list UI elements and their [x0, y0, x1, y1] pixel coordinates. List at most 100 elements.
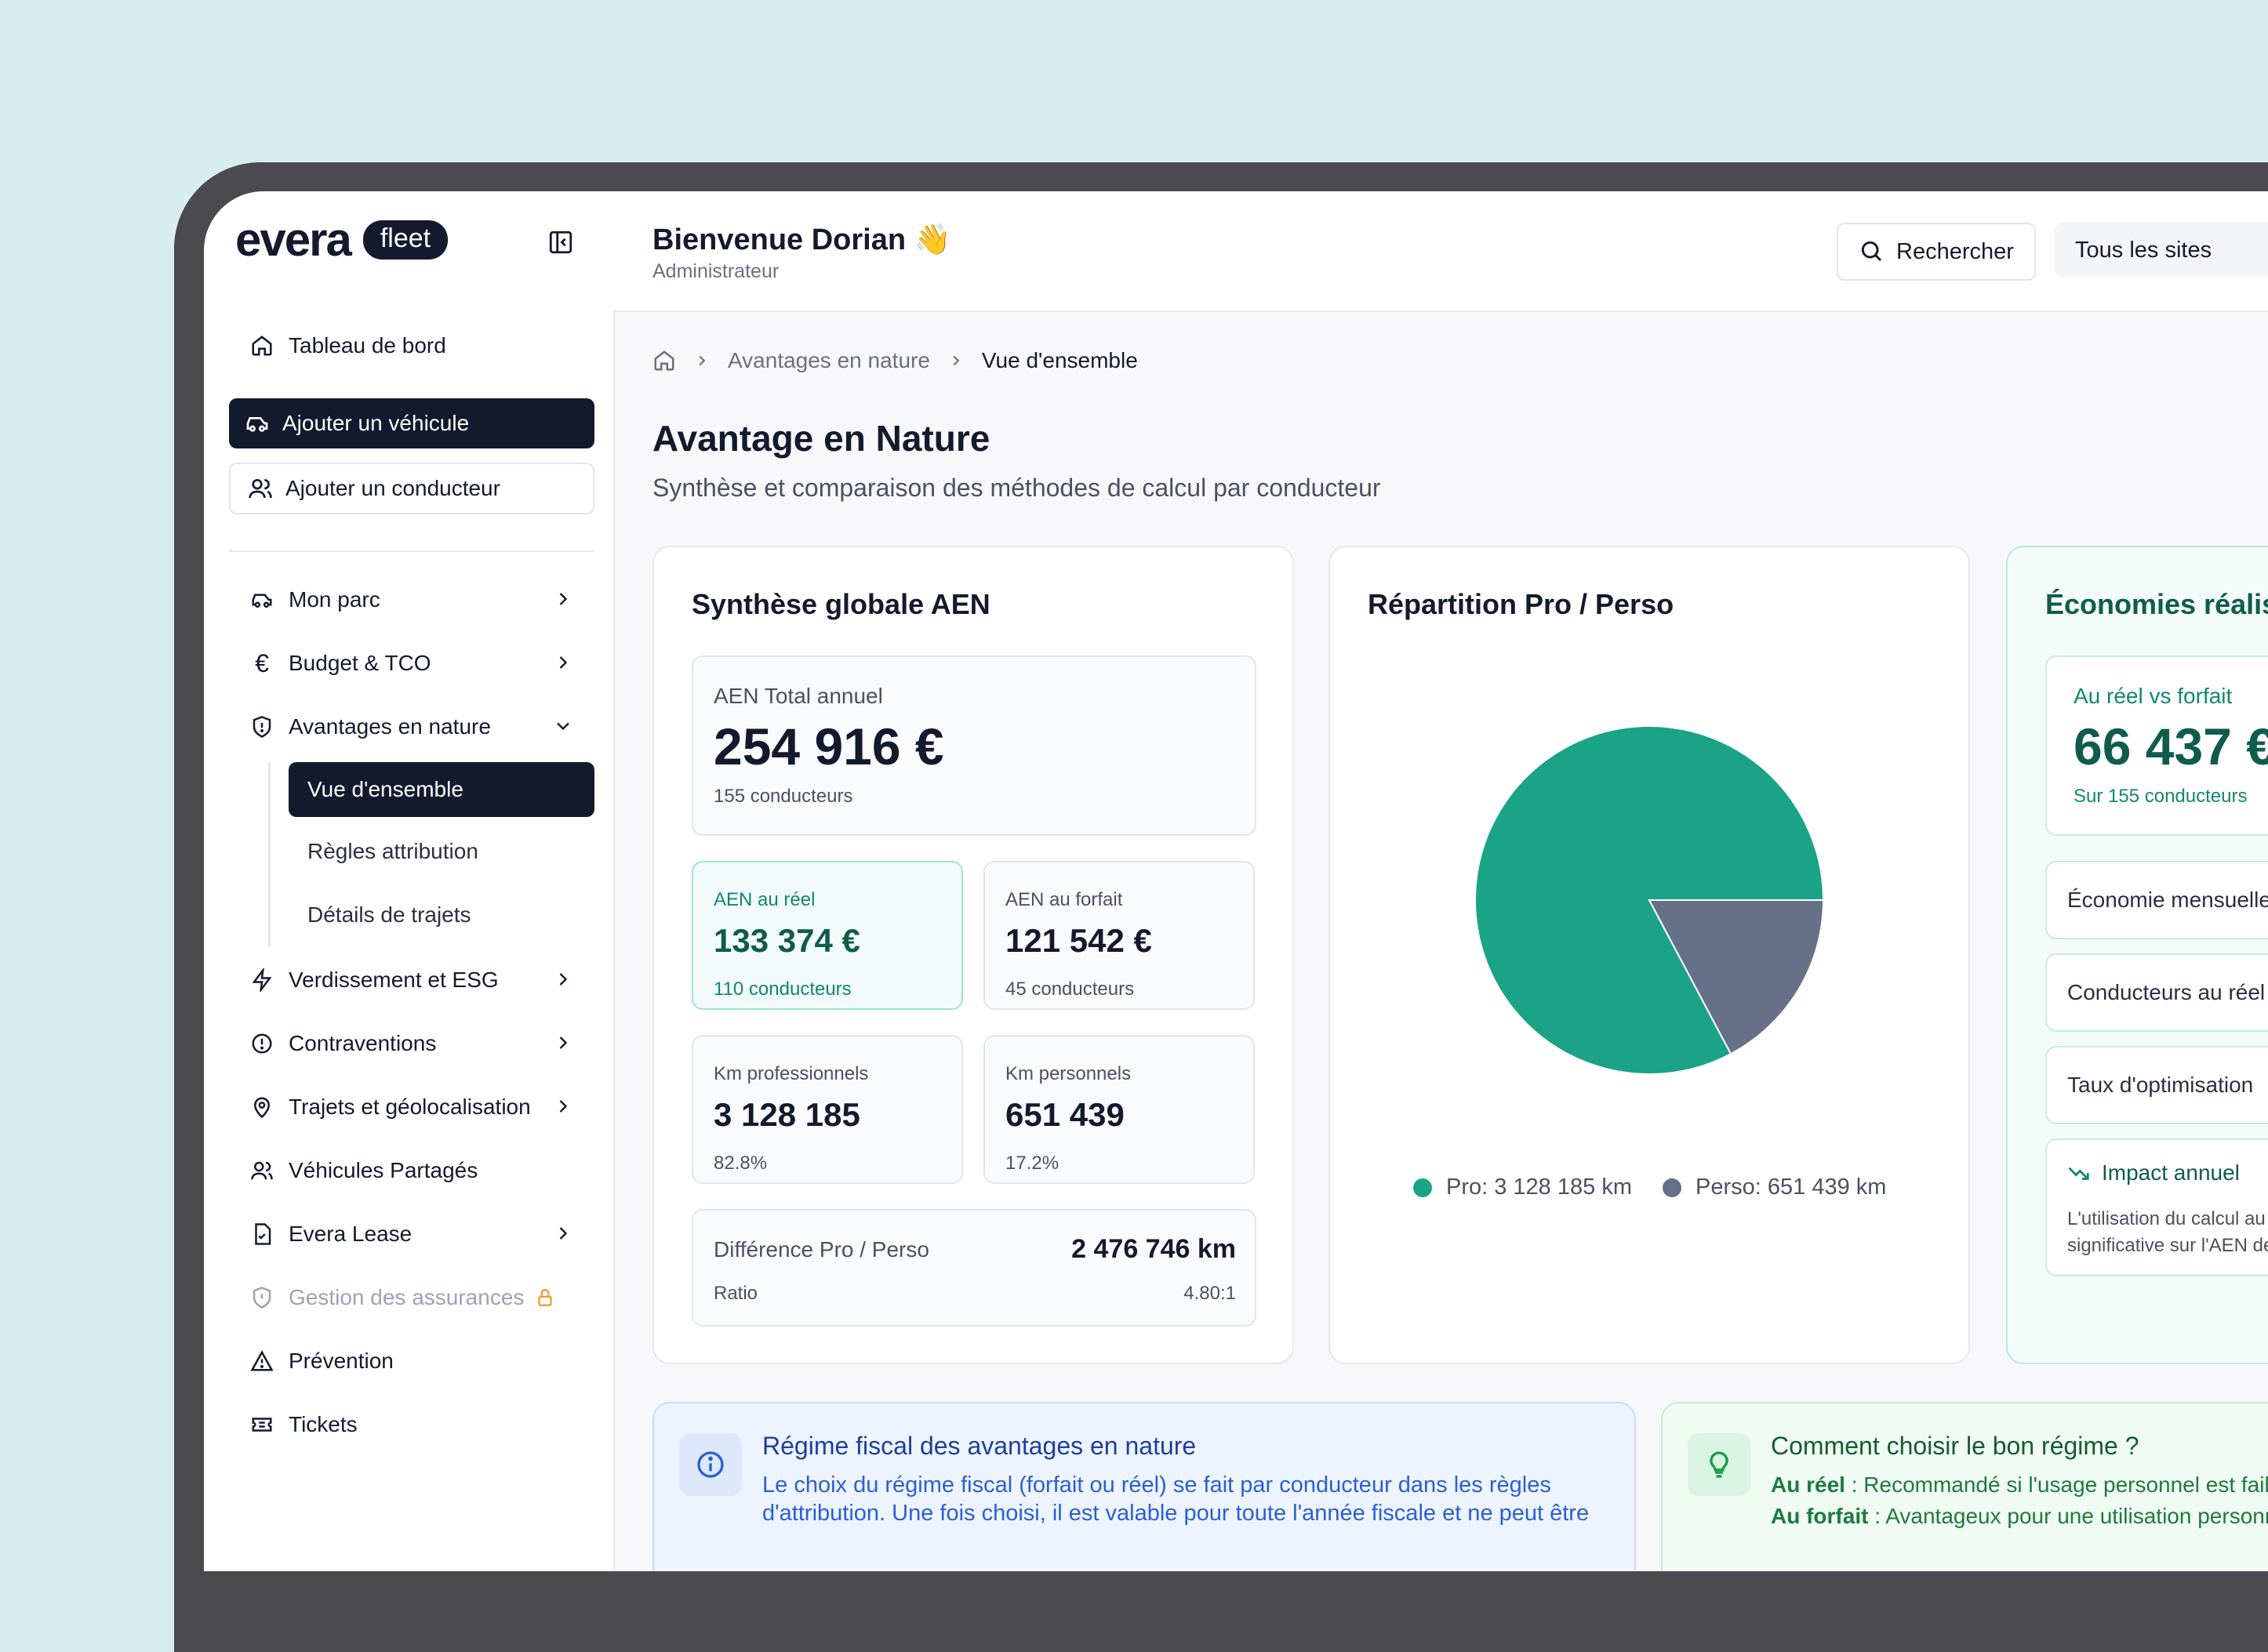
sidebar-item-label: Véhicules Partagés: [289, 1158, 478, 1182]
savings-row: Conducteurs au réel: [2045, 953, 2268, 1032]
aen-real-sub: 110 conducteurs: [714, 978, 852, 1000]
sidebar-collapse-icon[interactable]: [547, 229, 574, 256]
welcome-title: Bienvenue Dorian 👋: [652, 223, 951, 256]
savings-title: Économies réalis: [2045, 588, 2268, 620]
tip-title: Comment choisir le bon régime ?: [1771, 1432, 2139, 1460]
chevron-down-icon: [552, 715, 574, 737]
shield-icon: [248, 1283, 276, 1312]
trending-down-icon: [2067, 1161, 2091, 1185]
total-aen-label: AEN Total annuel: [714, 684, 883, 708]
sidebar-item-assurances: Gestion des assurances: [248, 1273, 577, 1322]
aen-flat-sub: 45 conducteurs: [1005, 978, 1135, 1000]
info-title: Régime fiscal des avantages en nature: [762, 1432, 1197, 1460]
sidebar-item-label: Prévention: [289, 1349, 394, 1373]
home-icon[interactable]: [652, 349, 676, 372]
add-driver-button[interactable]: Ajouter un conducteur: [229, 463, 594, 514]
brand-logo[interactable]: evera fleet: [235, 213, 449, 266]
brand-badge: fleet: [362, 220, 449, 260]
submenu-line: [268, 762, 271, 947]
legend-swatch-pro: [1413, 1178, 1432, 1197]
diff-box: Différence Pro / Perso 2 476 746 km Rati…: [692, 1209, 1256, 1327]
site-selector[interactable]: Tous les sites: [2055, 223, 2268, 278]
add-driver-label: Ajouter un conducteur: [285, 476, 500, 500]
chevron-right-icon: [552, 652, 574, 674]
savings-box: Au réel vs forfait 66 437 € Sur 155 cond…: [2045, 655, 2268, 836]
ratio-label: Ratio: [714, 1283, 758, 1304]
diff-value: 2 476 746 km: [1071, 1234, 1236, 1264]
impact-title: Impact annuel: [2102, 1160, 2240, 1185]
diff-label: Différence Pro / Perso: [714, 1237, 929, 1262]
aen-real-value: 133 374 €: [714, 922, 860, 959]
sidebar-subitem-vue-ensemble[interactable]: Vue d'ensemble: [289, 762, 594, 817]
info-text: Le choix du régime fiscal (forfait ou ré…: [762, 1472, 1590, 1526]
search-label: Rechercher: [1896, 238, 2014, 264]
ticket-icon: [248, 1411, 276, 1439]
car-icon: [248, 586, 276, 614]
sidebar-item-trajets[interactable]: Trajets et géolocalisation: [248, 1083, 577, 1131]
aen-flat-value: 121 542 €: [1005, 922, 1152, 959]
sidebar-item-label: Mon parc: [289, 587, 380, 612]
km-pro-box: Km professionnels 3 128 185 82.8%: [692, 1035, 963, 1184]
split-card: Répartition Pro / Perso Pro: 3 128 185 k…: [1328, 546, 1970, 1364]
ratio-value: 4.80:1: [1183, 1283, 1236, 1304]
total-aen-box: AEN Total annuel 254 916 € 155 conducteu…: [692, 655, 1256, 836]
km-pro-label: Km professionnels: [714, 1063, 869, 1084]
sidebar-subitem-trajets[interactable]: Détails de trajets: [307, 890, 471, 940]
sidebar-item-dashboard[interactable]: Tableau de bord: [248, 321, 577, 370]
savings-row-label: Conducteurs au réel: [2067, 980, 2266, 1004]
km-perso-value: 651 439: [1005, 1096, 1125, 1133]
tip-line-2: Au forfait : Avantageux pour une utilisa…: [1771, 1504, 2268, 1529]
page-title: Avantage en Nature: [652, 418, 990, 459]
sidebar-subitem-label: Détails de trajets: [307, 902, 471, 927]
tip-line-2-bold: Au forfait: [1771, 1504, 1869, 1528]
aen-real-box: AEN au réel 133 374 € 110 conducteurs: [692, 861, 963, 1010]
summary-title: Synthèse globale AEN: [692, 588, 990, 620]
app-screen: evera fleet Tableau de bord Ajouter un v…: [204, 191, 2268, 1571]
savings-box-label: Au réel vs forfait: [2074, 684, 2233, 708]
legend-pro: Pro: 3 128 185 km: [1413, 1175, 1632, 1200]
split-title: Répartition Pro / Perso: [1368, 588, 1674, 620]
savings-row: Économie mensuelle: [2045, 861, 2268, 939]
sidebar-item-prevention[interactable]: Prévention: [248, 1337, 577, 1385]
search-button[interactable]: Rechercher: [1837, 223, 2036, 281]
info-card: Régime fiscal des avantages en nature Le…: [652, 1402, 1636, 1571]
breadcrumb-link[interactable]: Avantages en nature: [728, 348, 930, 373]
km-perso-sub: 17.2%: [1005, 1153, 1059, 1174]
savings-row-label: Taux d'optimisation: [2067, 1073, 2254, 1097]
chevron-right-icon: [693, 352, 711, 369]
sidebar-item-evera-lease[interactable]: Evera Lease: [248, 1210, 577, 1258]
brand-name: evera: [235, 213, 352, 266]
sidebar-subitem-regles[interactable]: Règles attribution: [307, 826, 478, 877]
tip-line-1-text: : Recommandé si l'usage personnel est fa…: [1845, 1472, 2268, 1497]
page-subtitle: Synthèse et comparaison des méthodes de …: [652, 474, 1381, 502]
sidebar-item-vehicules-partages[interactable]: Véhicules Partagés: [248, 1146, 577, 1195]
sidebar-item-contraventions[interactable]: Contraventions: [248, 1019, 577, 1068]
legend-perso-label: Perso: 651 439 km: [1696, 1175, 1887, 1200]
sidebar-item-budget[interactable]: € Budget & TCO: [248, 639, 577, 688]
pie-chart: [1474, 725, 1825, 1075]
user-role: Administrateur: [652, 260, 780, 282]
add-vehicle-button[interactable]: Ajouter un véhicule: [229, 398, 594, 448]
info-icon: [679, 1433, 742, 1496]
add-vehicle-label: Ajouter un véhicule: [282, 411, 470, 435]
sidebar-item-verdissement[interactable]: Verdissement et ESG: [248, 956, 577, 1004]
chevron-right-icon: [552, 1222, 574, 1244]
site-selector-label: Tous les sites: [2075, 237, 2212, 263]
sidebar-item-label: Verdissement et ESG: [289, 968, 499, 992]
search-icon: [1859, 238, 1885, 265]
km-pro-sub: 82.8%: [714, 1153, 768, 1174]
tip-line-1: Au réel : Recommandé si l'usage personne…: [1771, 1472, 2268, 1498]
savings-box-sub: Sur 155 conducteurs: [2074, 786, 2248, 807]
car-icon: [243, 409, 271, 438]
sidebar-item-tickets[interactable]: Tickets: [248, 1400, 577, 1449]
sidebar-item-mon-parc[interactable]: Mon parc: [248, 575, 577, 624]
aen-flat-box: AEN au forfait 121 542 € 45 conducteurs: [983, 861, 1255, 1010]
km-perso-box: Km personnels 651 439 17.2%: [983, 1035, 1255, 1184]
km-pro-value: 3 128 185: [714, 1096, 860, 1133]
sidebar-item-avantages[interactable]: Avantages en nature: [248, 703, 577, 751]
savings-card: Économies réalis Au réel vs forfait 66 4…: [2006, 546, 2268, 1364]
lightbulb-icon: [1688, 1433, 1750, 1496]
savings-box-value: 66 437 €: [2074, 717, 2268, 775]
lightning-icon: [248, 966, 276, 994]
chevron-right-icon: [552, 588, 574, 610]
